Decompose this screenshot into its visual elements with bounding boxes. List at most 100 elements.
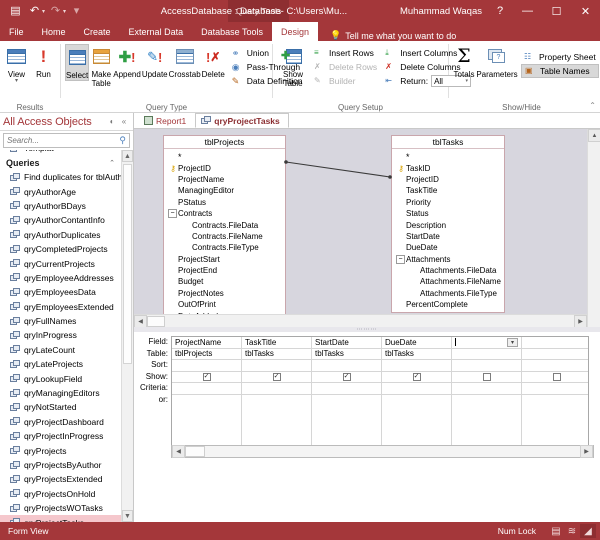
- query-grid-table[interactable]: ProjectNameTaskTitleStartDateDueDate▾tbl…: [171, 336, 594, 458]
- query-grid-cell-field[interactable]: [522, 337, 592, 348]
- chevron-circle-down-icon[interactable]: ◐: [106, 116, 118, 128]
- nav-item-qryprojectswotasks[interactable]: qryProjectsWOTasks: [0, 501, 121, 515]
- query-grid-cell-criteria[interactable]: [452, 383, 522, 394]
- property-sheet-item[interactable]: ☷ Property Sheet: [521, 50, 599, 64]
- maximize-icon[interactable]: ☐: [542, 0, 571, 22]
- show-checkbox[interactable]: ✓: [203, 373, 211, 381]
- table-field[interactable]: ProjectID: [392, 174, 504, 185]
- query-diagram-pane[interactable]: tblProjects *⚷ProjectIDProjectNameManagi…: [134, 129, 600, 327]
- query-grid-cell-table[interactable]: tblProjects: [172, 349, 242, 360]
- table-field[interactable]: Contracts.FileName: [164, 231, 285, 242]
- update-query-button[interactable]: ✎! Update: [142, 44, 168, 79]
- query-grid-cell-table[interactable]: tblTasks: [312, 349, 382, 360]
- nav-item-qryprojectsextended[interactable]: qryProjectsExtended: [0, 472, 121, 486]
- save-icon[interactable]: ▤: [7, 3, 24, 20]
- query-grid-cell-table[interactable]: tblTasks: [382, 349, 452, 360]
- table-field[interactable]: −Attachments: [392, 254, 504, 265]
- navigation-scrollbar[interactable]: ▲ ▼: [121, 150, 133, 522]
- query-grid-cell-table[interactable]: [522, 349, 592, 360]
- diagram-hscroll-thumb[interactable]: [147, 316, 165, 327]
- search-input[interactable]: [7, 136, 119, 145]
- query-grid-cell-sort[interactable]: [382, 360, 452, 371]
- scroll-down-icon[interactable]: ▼: [122, 510, 133, 522]
- tab-create[interactable]: Create: [75, 22, 120, 41]
- view-dropdown-icon[interactable]: ▾: [15, 79, 18, 84]
- table-field[interactable]: ProjectStart: [164, 254, 285, 265]
- parameters-button[interactable]: ? Parameters: [477, 44, 517, 79]
- query-grid-hscroll-thumb[interactable]: [185, 446, 205, 457]
- table-field[interactable]: ⚷TaskID: [392, 162, 504, 173]
- table-field[interactable]: ProjectName: [164, 174, 285, 185]
- scroll-right-icon[interactable]: ▶: [580, 445, 593, 458]
- nav-item-qrylateprojects[interactable]: qryLateProjects: [0, 357, 121, 371]
- nav-item-qrynotstarted[interactable]: qryNotStarted: [0, 400, 121, 414]
- show-checkbox[interactable]: ✓: [413, 373, 421, 381]
- table-field[interactable]: OutOfPrint: [164, 299, 285, 310]
- nav-item-qrycompletedprojects[interactable]: qryCompletedProjects: [0, 242, 121, 256]
- show-checkbox[interactable]: [553, 373, 561, 381]
- chevron-up-icon[interactable]: ⌃: [109, 159, 115, 167]
- query-grid-cell-sort[interactable]: [172, 360, 242, 371]
- table-field[interactable]: Attachments.FileData: [392, 265, 504, 276]
- nav-item-qrylookupfield[interactable]: qryLookupField: [0, 371, 121, 385]
- table-field[interactable]: DueDate: [392, 242, 504, 253]
- show-checkbox[interactable]: ✓: [343, 373, 351, 381]
- undo-icon[interactable]: ↶: [26, 3, 43, 20]
- nav-item-qryauthorage[interactable]: qryAuthorAge: [0, 184, 121, 198]
- table-field[interactable]: PStatus: [164, 197, 285, 208]
- query-grid-cell-show[interactable]: ✓: [312, 372, 382, 383]
- pivottable-view-icon[interactable]: ≋: [564, 524, 580, 538]
- redo-icon[interactable]: ↷: [47, 3, 64, 20]
- minimize-icon[interactable]: —: [513, 0, 542, 22]
- tab-external-data[interactable]: External Data: [120, 22, 193, 41]
- expand-collapse-icon[interactable]: −: [168, 209, 177, 218]
- show-table-button[interactable]: ✚ Show Table: [277, 44, 309, 88]
- query-grid-cell-show[interactable]: [522, 372, 592, 383]
- scroll-left-icon[interactable]: ◀: [134, 315, 147, 328]
- tab-file[interactable]: File: [0, 22, 33, 41]
- query-grid-cell-field[interactable]: DueDate: [382, 337, 452, 348]
- nav-item-qryprojectsonhold[interactable]: qryProjectsOnHold: [0, 487, 121, 501]
- query-grid-cell-sort[interactable]: [312, 360, 382, 371]
- scroll-up-icon[interactable]: ▲: [122, 150, 133, 162]
- help-icon[interactable]: ?: [487, 0, 513, 22]
- nav-item-qryinprogress[interactable]: qryInProgress: [0, 328, 121, 342]
- nav-item-qryprojectsbyauthor[interactable]: qryProjectsByAuthor: [0, 458, 121, 472]
- table-field[interactable]: TaskTitle: [392, 185, 504, 196]
- nav-item-qryemployeesdata[interactable]: qryEmployeesData: [0, 285, 121, 299]
- nav-item-qrycurrentprojects[interactable]: qryCurrentProjects: [0, 256, 121, 270]
- expand-collapse-icon[interactable]: −: [396, 255, 405, 264]
- table-field[interactable]: ProjectEnd: [164, 265, 285, 276]
- nav-item-qryprojecttasks[interactable]: qryProjectTasks: [0, 515, 121, 522]
- show-checkbox[interactable]: [483, 373, 491, 381]
- close-icon[interactable]: ✕: [571, 0, 600, 22]
- query-grid-cell-criteria[interactable]: [382, 383, 452, 394]
- scroll-right-icon[interactable]: ▶: [574, 315, 587, 328]
- table-field[interactable]: ManagingEditor: [164, 185, 285, 196]
- delete-query-button[interactable]: !✗ Delete: [202, 44, 225, 79]
- table-field[interactable]: Contracts.FileType: [164, 242, 285, 253]
- double-chevron-left-icon[interactable]: «: [118, 116, 130, 128]
- table-box-tblprojects[interactable]: tblProjects *⚷ProjectIDProjectNameManagi…: [163, 135, 286, 325]
- field-dropdown-icon[interactable]: ▾: [507, 338, 518, 347]
- query-grid-cell-criteria[interactable]: [312, 383, 382, 394]
- query-grid-cell-show[interactable]: ✓: [242, 372, 312, 383]
- navigation-search-box[interactable]: ⚲: [3, 133, 130, 148]
- query-grid-cell-field[interactable]: ▾: [452, 337, 522, 348]
- table-field[interactable]: Attachments.FileName: [392, 276, 504, 287]
- query-grid-cell-table[interactable]: [452, 349, 522, 360]
- table-field[interactable]: ProjectNotes: [164, 288, 285, 299]
- nav-item-qryprojects[interactable]: qryProjects: [0, 443, 121, 457]
- table-field[interactable]: Description: [392, 219, 504, 230]
- query-grid-cell-sort[interactable]: [452, 360, 522, 371]
- query-grid-cell-sort[interactable]: [522, 360, 592, 371]
- table-field[interactable]: *: [392, 151, 504, 162]
- doc-tab-report1[interactable]: Report1: [138, 113, 195, 128]
- nav-item-find-duplicates-for-tblauthors[interactable]: Find duplicates for tblAuthors: [0, 170, 121, 184]
- make-table-button[interactable]: Make Table: [90, 44, 112, 88]
- table-field[interactable]: PercentComplete: [392, 299, 504, 310]
- append-query-button[interactable]: ✚! Append: [113, 44, 141, 79]
- nav-item-qrylatecount[interactable]: qryLateCount: [0, 343, 121, 357]
- insert-rows-item[interactable]: ≡ Insert Rows: [311, 46, 380, 60]
- query-grid-cell-field[interactable]: ProjectName: [172, 337, 242, 348]
